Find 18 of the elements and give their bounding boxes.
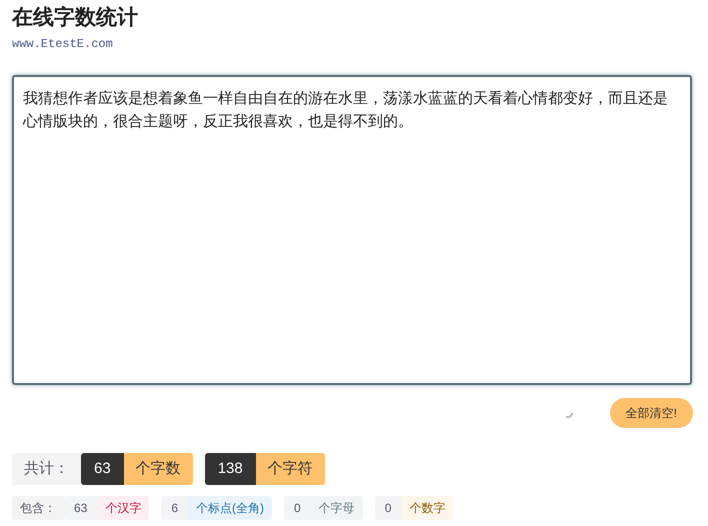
total-unit: 个字数 <box>124 453 193 485</box>
breakdown-label: 包含： <box>12 496 64 520</box>
breakdown-count: 63 <box>64 496 98 520</box>
total-count: 63 <box>81 453 124 485</box>
text-input-area[interactable]: 我猜想作者应该是想着象鱼一样自由自在的游在水里，荡漾水蓝蓝的天看着心情都变好，而且还是心情版块的，很合主题呀，反正我很喜欢，也是得不到的。 <box>12 75 692 385</box>
breakdown-unit: 个汉字 <box>97 496 150 520</box>
total-label: 共计： <box>12 453 81 485</box>
total-unit: 个字符 <box>256 453 325 485</box>
page-title: 在线字数统计 <box>12 4 139 31</box>
breakdown-count: 6 <box>161 496 188 520</box>
clear-all-button[interactable]: 全部清空! <box>610 398 693 428</box>
breakdown-unit: 个字母 <box>310 496 363 520</box>
breakdown-unit: 个标点(全角) <box>188 496 272 520</box>
breakdown-count: 0 <box>374 496 402 520</box>
breakdown-unit: 个数字 <box>401 496 454 520</box>
breakdown-count: 0 <box>284 496 311 520</box>
total-count: 138 <box>204 453 256 485</box>
site-url: www.EtestE.com <box>12 36 114 53</box>
